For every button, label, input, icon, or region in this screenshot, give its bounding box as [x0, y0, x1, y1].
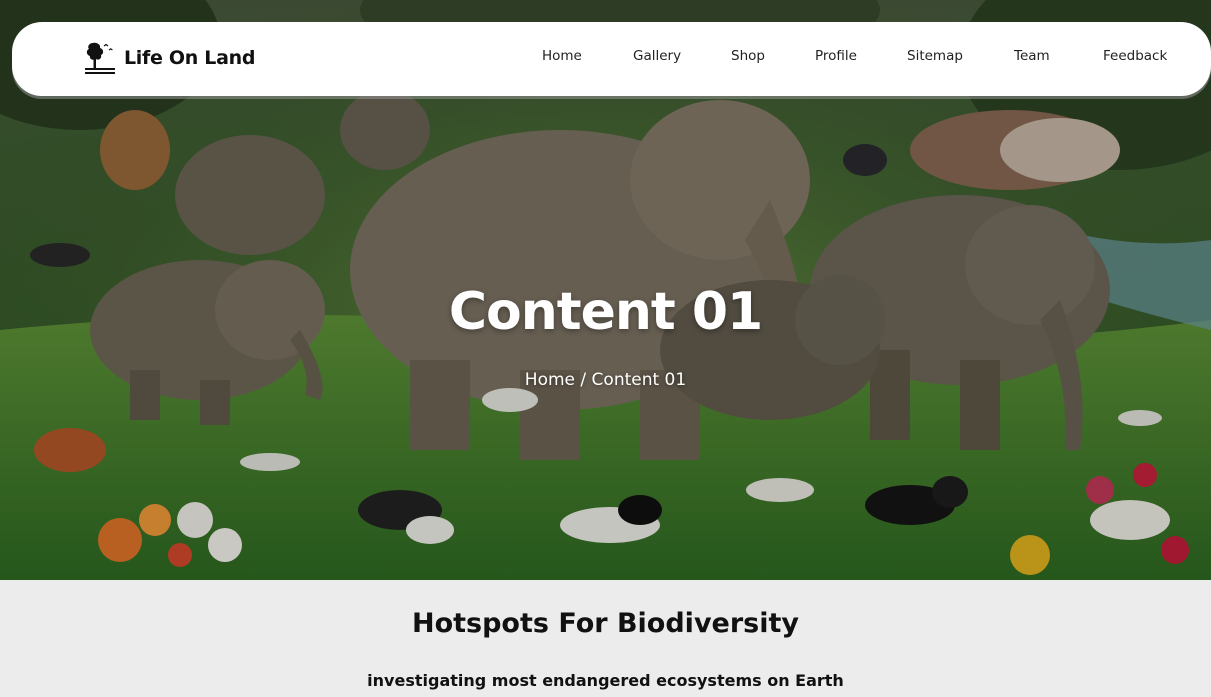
- top-navbar: Life On Land Home Gallery Shop Profile S…: [12, 22, 1211, 96]
- breadcrumb-home-link[interactable]: Home: [525, 370, 575, 390]
- breadcrumb: Home / Content 01: [0, 370, 1211, 390]
- section-title: Hotspots For Biodiversity: [411, 608, 800, 639]
- breadcrumb-separator: /: [575, 370, 592, 390]
- biodiversity-section: Hotspots For Biodiversity investigating …: [0, 580, 1211, 697]
- nav-link-feedback[interactable]: Feedback: [1103, 48, 1167, 64]
- hero-title: Content 01: [448, 282, 763, 342]
- nav-link-sitemap[interactable]: Sitemap: [907, 48, 963, 64]
- nav-link-home[interactable]: Home: [542, 48, 582, 64]
- page: Content 01 Home / Content 01 Life On Lan…: [0, 0, 1211, 697]
- breadcrumb-current: Content 01: [591, 370, 687, 390]
- nav-link-team[interactable]: Team: [1014, 48, 1050, 64]
- nav-link-profile[interactable]: Profile: [815, 48, 857, 64]
- nav-link-shop[interactable]: Shop: [731, 48, 765, 64]
- nav-link-gallery[interactable]: Gallery: [633, 48, 681, 64]
- section-subtitle: investigating most endangered ecosystems…: [367, 671, 844, 690]
- main-nav: Home Gallery Shop Profile Sitemap Team F…: [12, 48, 1211, 70]
